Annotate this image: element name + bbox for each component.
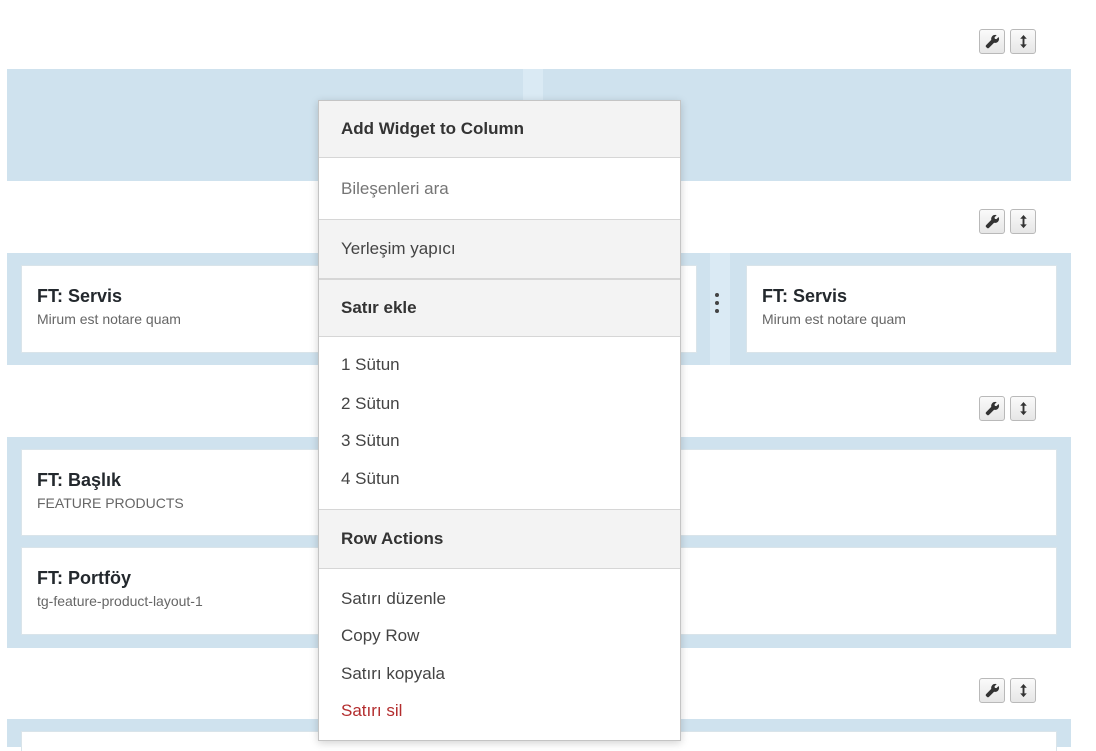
menu-item-4-columns[interactable]: 4 Sütun xyxy=(319,461,680,497)
row-2-toolbar xyxy=(979,209,1036,234)
menu-item-delete-row[interactable]: Satırı sil xyxy=(319,693,680,729)
row-3-edit-button[interactable] xyxy=(979,396,1005,421)
row-2-move-button[interactable] xyxy=(1010,209,1036,234)
widget-title: FT: Servis xyxy=(762,286,848,306)
move-vertical-icon xyxy=(1019,214,1027,229)
menu-header-add-widget: Add Widget to Column xyxy=(319,101,680,158)
add-widget-context-menu: Add Widget to Column Yerleşim yapıcı Sat… xyxy=(318,100,681,741)
move-vertical-icon xyxy=(1019,34,1027,49)
widget-ft-servis-2[interactable]: FT: Servis Mirum est notare quam xyxy=(746,265,1057,353)
menu-item-3-columns[interactable]: 3 Sütun xyxy=(319,423,680,459)
row-1-edit-button[interactable] xyxy=(979,29,1005,54)
menu-item-1-column[interactable]: 1 Sütun xyxy=(319,347,680,383)
move-vertical-icon xyxy=(1019,401,1027,416)
menu-header-row-actions: Row Actions xyxy=(319,509,680,569)
widget-search-input[interactable] xyxy=(319,158,680,219)
row-4-edit-button[interactable] xyxy=(979,678,1005,703)
drag-handle-icon[interactable] xyxy=(715,293,719,317)
move-vertical-icon xyxy=(1019,683,1027,698)
menu-header-add-row: Satır ekle xyxy=(319,279,680,337)
column-gutter xyxy=(710,253,730,365)
wrench-icon xyxy=(985,683,999,698)
row-4-move-button[interactable] xyxy=(1010,678,1036,703)
row-3-move-button[interactable] xyxy=(1010,396,1036,421)
menu-item-layout-builder[interactable]: Yerleşim yapıcı xyxy=(319,219,680,279)
wrench-icon xyxy=(985,214,999,229)
menu-item-duplicate-row[interactable]: Satırı kopyala xyxy=(319,656,680,692)
widget-description: Mirum est notare quam xyxy=(762,311,906,327)
row-2-edit-button[interactable] xyxy=(979,209,1005,234)
row-1-toolbar xyxy=(979,29,1036,54)
menu-item-2-columns[interactable]: 2 Sütun xyxy=(319,386,680,422)
row-3-toolbar xyxy=(979,396,1036,421)
menu-item-copy-row[interactable]: Copy Row xyxy=(319,618,680,654)
menu-item-edit-row[interactable]: Satırı düzenle xyxy=(319,581,680,617)
wrench-icon xyxy=(985,34,999,49)
wrench-icon xyxy=(985,401,999,416)
row-4-toolbar xyxy=(979,678,1036,703)
row-1-move-button[interactable] xyxy=(1010,29,1036,54)
